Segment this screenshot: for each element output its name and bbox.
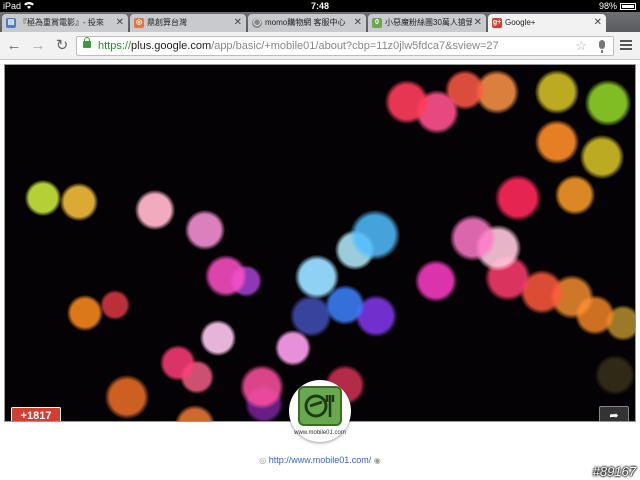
info-icon: ◉	[373, 456, 381, 465]
close-icon[interactable]: ✕	[234, 14, 242, 32]
mobile01-logo-icon	[304, 394, 335, 418]
bokeh-light	[275, 330, 311, 366]
tab-5-active[interactable]: g+ Google+ ✕	[488, 14, 606, 32]
tab-title: 『極為重賞電影』- 投來	[19, 18, 104, 27]
share-icon[interactable]: ➦	[599, 406, 629, 421]
url-text[interactable]: https://plus.google.com/app/basic/+mobil…	[98, 37, 499, 55]
bokeh-light	[135, 190, 175, 230]
tab-2[interactable]: ◎ 鼎創算台灣 ✕	[130, 14, 246, 32]
tab-title: momo購物網 客服中心	[265, 18, 346, 27]
bokeh-light	[60, 183, 98, 221]
bokeh-light	[240, 365, 284, 409]
lock-icon	[83, 37, 91, 48]
bokeh-light	[535, 120, 579, 164]
tab-strip: ▤ 『極為重賞電影』- 投來 ✕ ◎ 鼎創算台灣 ✕ ◯ momo購物網 客服中…	[0, 12, 640, 32]
close-icon[interactable]: ✕	[116, 14, 124, 32]
page-content: +1817 ➦ www.mobile01.com ◎ http://www.mo…	[0, 60, 640, 480]
watermark: #89167	[592, 464, 636, 479]
globe-icon: ◯	[252, 18, 262, 28]
bokeh-light	[67, 295, 103, 331]
bokeh-light	[350, 210, 400, 260]
bokeh-light	[185, 210, 225, 250]
tab-title: 小惡魔粉絲團30萬人搶頭	[385, 18, 472, 27]
profile-website-link[interactable]: http://www.mobile01.com/	[269, 455, 372, 465]
back-arrow-icon[interactable]: ←	[5, 37, 23, 55]
bokeh-light	[25, 180, 61, 216]
battery-icon	[620, 2, 636, 10]
orange-icon: ◎	[134, 18, 144, 28]
close-icon[interactable]: ✕	[354, 14, 362, 32]
clock: 7:48	[310, 1, 329, 11]
tab-title: Google+	[505, 18, 536, 27]
bokeh-light	[105, 375, 149, 419]
bokeh-light	[585, 80, 631, 126]
bookmark-star-icon[interactable]: ☆	[575, 38, 587, 54]
cover-photo: +1817 ➦	[4, 64, 636, 422]
globe-icon: ◎	[259, 456, 267, 465]
bokeh-light	[495, 175, 541, 221]
page-icon: ▤	[6, 18, 16, 28]
bokeh-light	[295, 255, 339, 299]
gplus-icon: g+	[492, 18, 502, 28]
bokeh-light	[535, 70, 579, 114]
address-bar[interactable]: https://plus.google.com/app/basic/+mobil…	[76, 36, 614, 56]
bokeh-light	[415, 260, 457, 302]
tab-title: 鼎創算台灣	[147, 18, 187, 27]
bokeh-light	[160, 345, 196, 381]
bokeh-light	[580, 135, 624, 179]
menu-icon[interactable]	[620, 40, 632, 50]
m01-icon: 0	[372, 18, 382, 28]
profile-link-row: ◎ http://www.mobile01.com/ ◉	[0, 455, 640, 465]
battery-indicator: 98%	[599, 0, 636, 12]
browser-toolbar: ← → ↻ https://plus.google.com/app/basic/…	[0, 32, 640, 60]
bokeh-light	[450, 215, 496, 261]
close-icon[interactable]: ✕	[474, 14, 482, 32]
bokeh-light	[205, 255, 247, 297]
tab-3[interactable]: ◯ momo購物網 客服中心 ✕	[248, 14, 366, 32]
bokeh-light	[385, 80, 429, 124]
avatar	[298, 386, 342, 426]
microphone-icon[interactable]	[599, 40, 605, 53]
forward-arrow-icon[interactable]: →	[29, 37, 47, 55]
bokeh-light	[200, 320, 236, 356]
tab-4[interactable]: 0 小惡魔粉絲團30萬人搶頭 ✕	[368, 14, 486, 32]
profile-avatar[interactable]: www.mobile01.com	[289, 380, 351, 442]
bokeh-light	[595, 355, 635, 395]
ios-status-bar: iPad 7:48 98%	[0, 0, 640, 12]
reload-icon[interactable]: ↻	[53, 37, 71, 55]
tab-1[interactable]: ▤ 『極為重賞電影』- 投來 ✕	[2, 14, 128, 32]
bokeh-light	[555, 175, 595, 215]
plus-one-count-badge[interactable]: +1817	[11, 407, 61, 421]
avatar-caption: www.mobile01.com	[294, 430, 346, 436]
bokeh-light	[175, 405, 215, 421]
close-icon[interactable]: ✕	[594, 14, 602, 32]
bokeh-light	[100, 290, 130, 320]
